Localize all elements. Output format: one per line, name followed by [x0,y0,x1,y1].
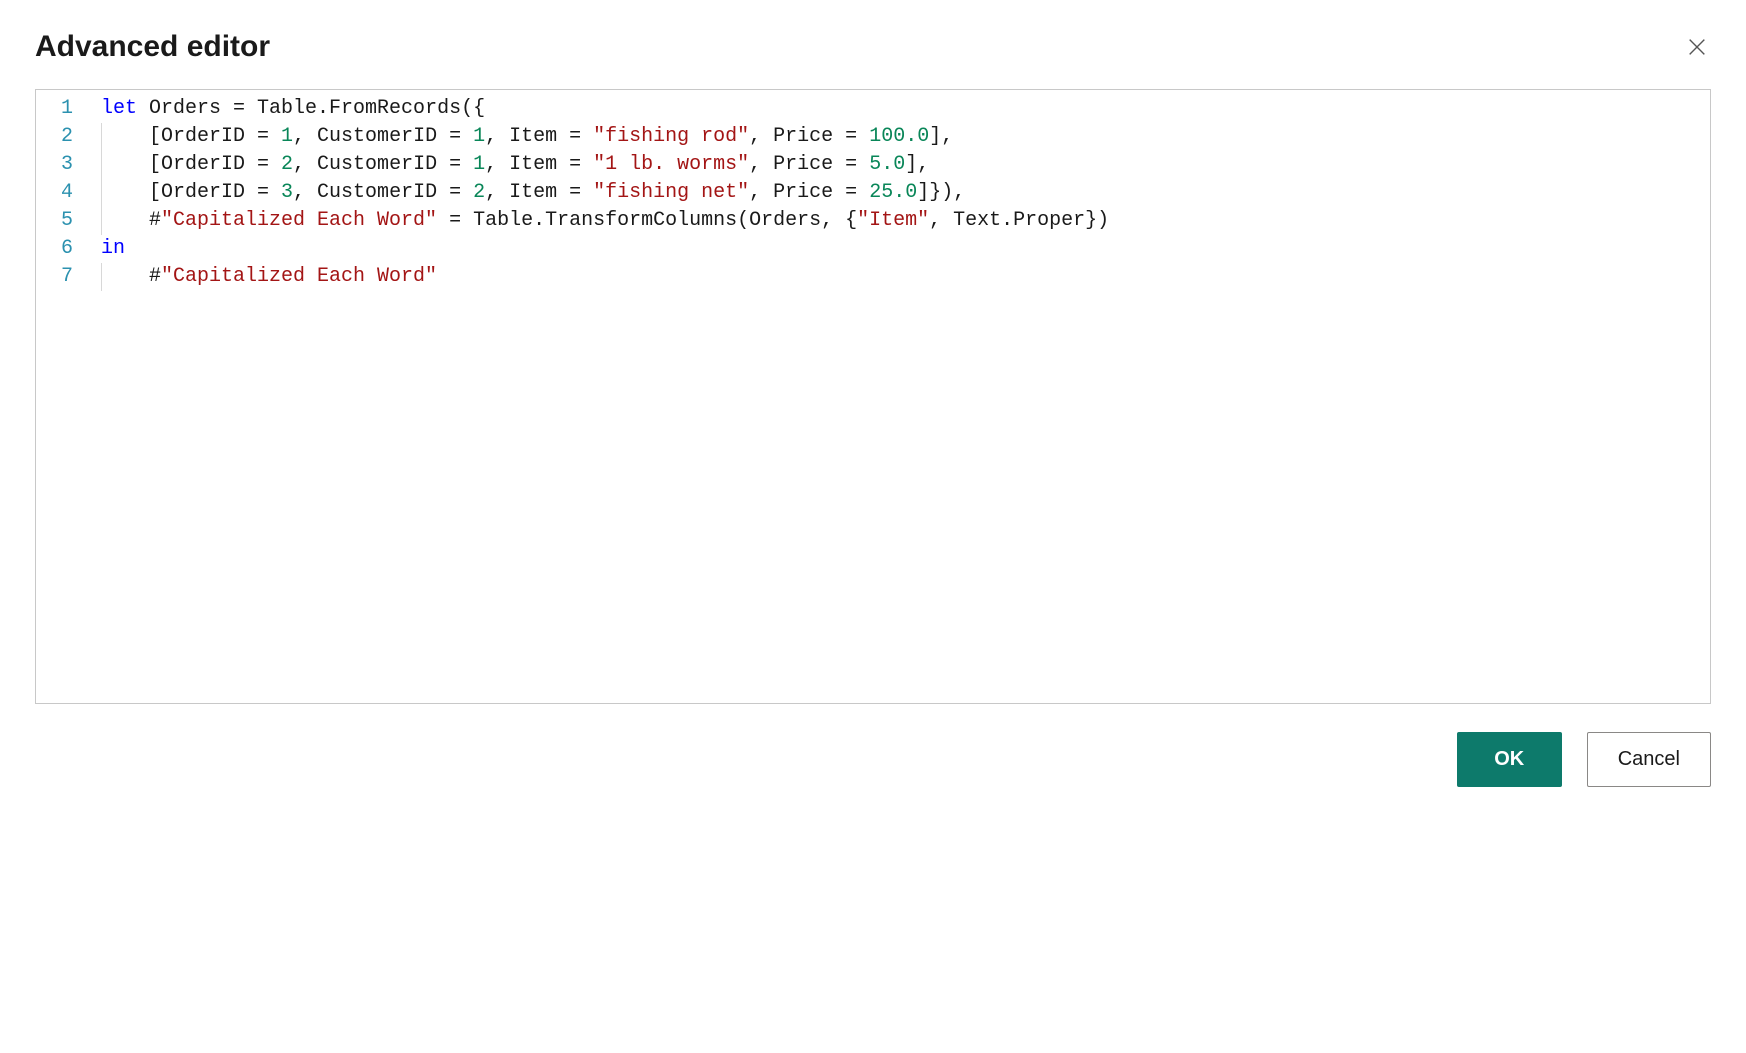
dialog-title: Advanced editor [35,30,270,64]
code-line[interactable]: [OrderID = 1, CustomerID = 1, Item = "fi… [91,123,1710,151]
cancel-button[interactable]: Cancel [1587,732,1711,787]
close-icon [1686,36,1708,58]
line-number: 1 [36,95,91,123]
dialog-footer: OK Cancel [35,732,1711,787]
code-editor[interactable]: 1234567 let Orders = Table.FromRecords({… [35,89,1711,704]
line-number: 7 [36,263,91,291]
line-number: 3 [36,151,91,179]
line-number: 5 [36,207,91,235]
code-line[interactable]: in [91,235,1710,263]
code-line[interactable]: #"Capitalized Each Word" [91,263,1710,291]
code-line[interactable]: [OrderID = 3, CustomerID = 2, Item = "fi… [91,179,1710,207]
ok-button[interactable]: OK [1457,732,1562,787]
line-number: 2 [36,123,91,151]
code-line[interactable]: [OrderID = 2, CustomerID = 1, Item = "1 … [91,151,1710,179]
line-number: 6 [36,235,91,263]
code-line[interactable]: let Orders = Table.FromRecords({ [91,95,1710,123]
dialog-header: Advanced editor [35,30,1711,64]
code-line[interactable]: #"Capitalized Each Word" = Table.Transfo… [91,207,1710,235]
line-number-gutter: 1234567 [36,90,91,703]
code-textarea[interactable]: let Orders = Table.FromRecords({ [OrderI… [91,90,1710,703]
line-number: 4 [36,179,91,207]
close-button[interactable] [1683,33,1711,61]
